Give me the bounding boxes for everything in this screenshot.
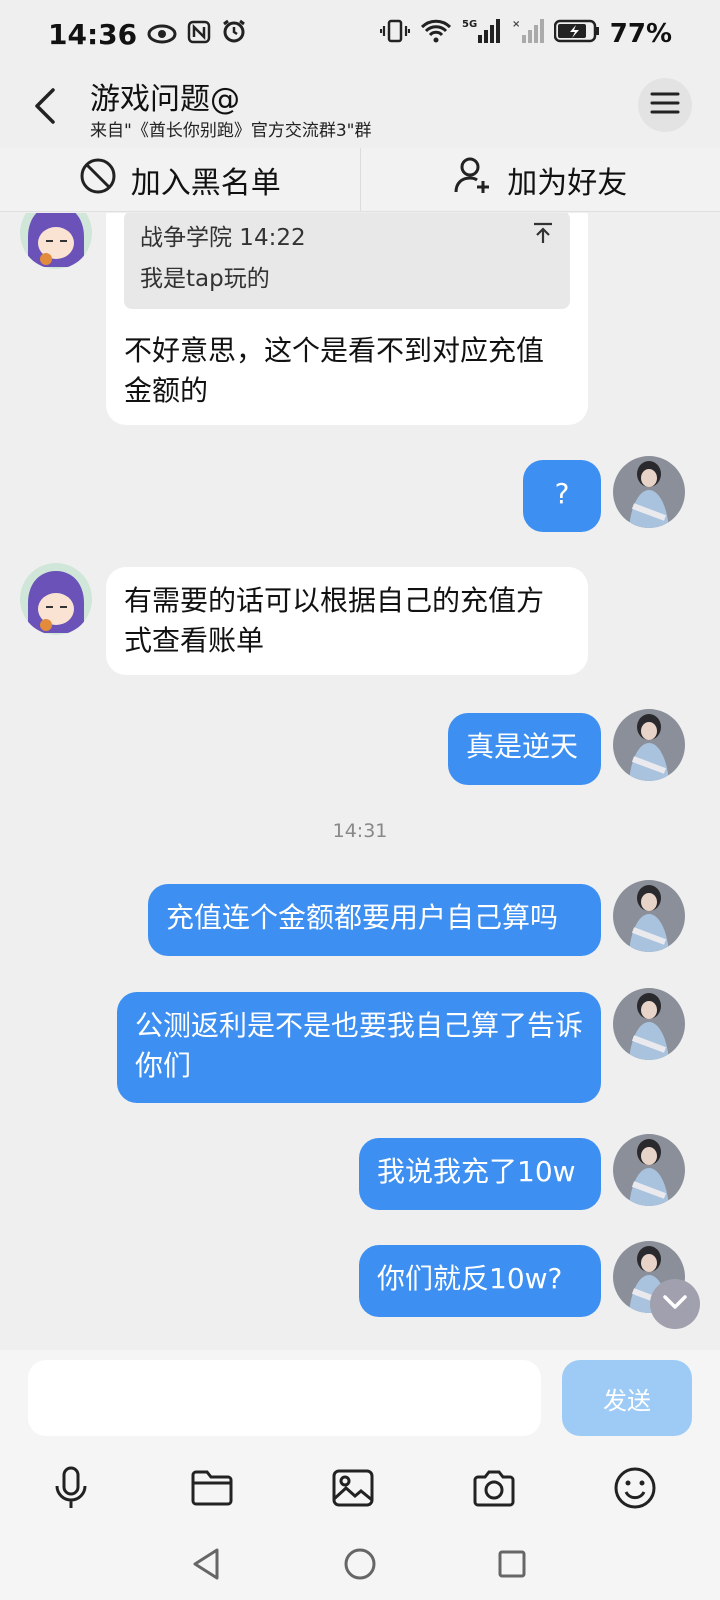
signal-secondary-icon: ×: [512, 17, 544, 52]
block-button[interactable]: 加入黑名单: [0, 148, 360, 211]
svg-text:×: ×: [512, 19, 520, 30]
chat-timestamp: 14:31: [332, 820, 388, 842]
avatar-other[interactable]: [20, 563, 92, 635]
prohibited-icon: [79, 157, 117, 203]
vibrate-icon: [379, 18, 410, 51]
quote-text: 我是tap玩的: [140, 266, 270, 292]
camera-button[interactable]: [464, 1460, 524, 1520]
message-input[interactable]: [28, 1360, 541, 1436]
message-text: 公测返利是不是也要我自己算了告诉你们: [135, 1009, 584, 1082]
quoted-message[interactable]: 战争学院 14:22 我是tap玩的: [124, 213, 570, 309]
message-text: 你们就反10w?: [377, 1262, 563, 1295]
chat-header: 游戏问题@ 来自"《酋长你别跑》官方交流群3"群: [0, 68, 720, 148]
image-button[interactable]: [323, 1460, 383, 1520]
avatar-self[interactable]: [613, 880, 685, 952]
circle-home-icon: [343, 1547, 377, 1585]
square-recents-icon: [497, 1549, 527, 1583]
message-outgoing[interactable]: ?: [523, 460, 601, 532]
person-add-icon: [453, 156, 493, 204]
chat-subtitle: 来自"《酋长你别跑》官方交流群3"群: [90, 121, 372, 141]
chevron-down-icon: [662, 1294, 688, 1314]
folder-icon: [190, 1469, 234, 1511]
quote-sender: 战争学院 14:22: [140, 225, 306, 251]
add-friend-button[interactable]: 加为好友: [359, 148, 720, 211]
battery-percent: 77%: [609, 19, 672, 49]
arrow-up-icon[interactable]: [532, 221, 554, 255]
add-friend-label: 加为好友: [507, 165, 628, 201]
battery-icon: [553, 18, 600, 51]
file-button[interactable]: [182, 1460, 242, 1520]
message-outgoing[interactable]: 真是逆天: [448, 713, 601, 785]
status-right: 5G × 77%: [379, 17, 672, 52]
message-incoming[interactable]: 战争学院 14:22 我是tap玩的 不好意思，这个是看不到对应充值金额的: [106, 213, 588, 425]
message-outgoing[interactable]: 我说我充了10w: [359, 1138, 601, 1210]
emoji-button[interactable]: [605, 1460, 665, 1520]
hamburger-icon: [650, 91, 680, 119]
message-outgoing[interactable]: 你们就反10w?: [359, 1245, 601, 1317]
message-text: ?: [554, 477, 570, 510]
signal-5g-icon: 5G: [462, 17, 502, 52]
status-bar: 14:36 5G × 77%: [0, 0, 720, 68]
message-incoming[interactable]: 有需要的话可以根据自己的充值方式查看账单: [106, 567, 588, 675]
avatar-other[interactable]: [20, 213, 92, 269]
message-text: 有需要的话可以根据自己的充值方式查看账单: [124, 584, 545, 657]
image-icon: [331, 1468, 375, 1512]
avatar-self[interactable]: [613, 709, 685, 781]
nav-home-button[interactable]: [338, 1544, 382, 1588]
eye-icon: [147, 18, 177, 51]
avatar-self[interactable]: [613, 456, 685, 528]
avatar-self[interactable]: [613, 1134, 685, 1206]
scroll-to-bottom-button[interactable]: [650, 1279, 700, 1329]
system-nav-bar: [0, 1530, 720, 1600]
nfc-icon: [187, 18, 211, 51]
camera-icon: [471, 1468, 517, 1512]
message-text: 真是逆天: [466, 730, 579, 763]
svg-text:5G: 5G: [462, 19, 477, 30]
nav-back-button[interactable]: [184, 1544, 228, 1588]
microphone-icon: [53, 1466, 89, 1514]
message-text: 我说我充了10w: [377, 1155, 576, 1188]
composer: 发送: [0, 1350, 720, 1450]
send-button[interactable]: 发送: [562, 1360, 692, 1436]
message-outgoing[interactable]: 公测返利是不是也要我自己算了告诉你们: [117, 992, 601, 1103]
nav-recents-button[interactable]: [490, 1544, 534, 1588]
chat-title[interactable]: 游戏问题@: [90, 74, 240, 118]
message-outgoing[interactable]: 充值连个金额都要用户自己算吗: [148, 884, 601, 956]
action-row: 加入黑名单 加为好友: [0, 148, 720, 212]
smiley-icon: [613, 1466, 657, 1514]
chevron-left-icon: [31, 86, 57, 130]
triangle-back-icon: [191, 1547, 221, 1585]
back-button[interactable]: [20, 78, 68, 138]
menu-button[interactable]: [638, 78, 692, 132]
chat-area[interactable]: 战争学院 14:22 我是tap玩的 不好意思，这个是看不到对应充值金额的 ? …: [0, 213, 720, 1350]
block-label: 加入黑名单: [130, 165, 281, 201]
voice-button[interactable]: [41, 1460, 101, 1520]
message-text: 充值连个金额都要用户自己算吗: [166, 901, 559, 934]
status-left: 14:36: [48, 18, 247, 51]
status-time: 14:36: [48, 17, 138, 51]
wifi-icon: [420, 18, 452, 51]
message-text: 不好意思，这个是看不到对应充值金额的: [124, 334, 545, 407]
alarm-icon: [221, 18, 247, 51]
avatar-self[interactable]: [613, 988, 685, 1060]
composer-toolbar: [0, 1450, 720, 1530]
